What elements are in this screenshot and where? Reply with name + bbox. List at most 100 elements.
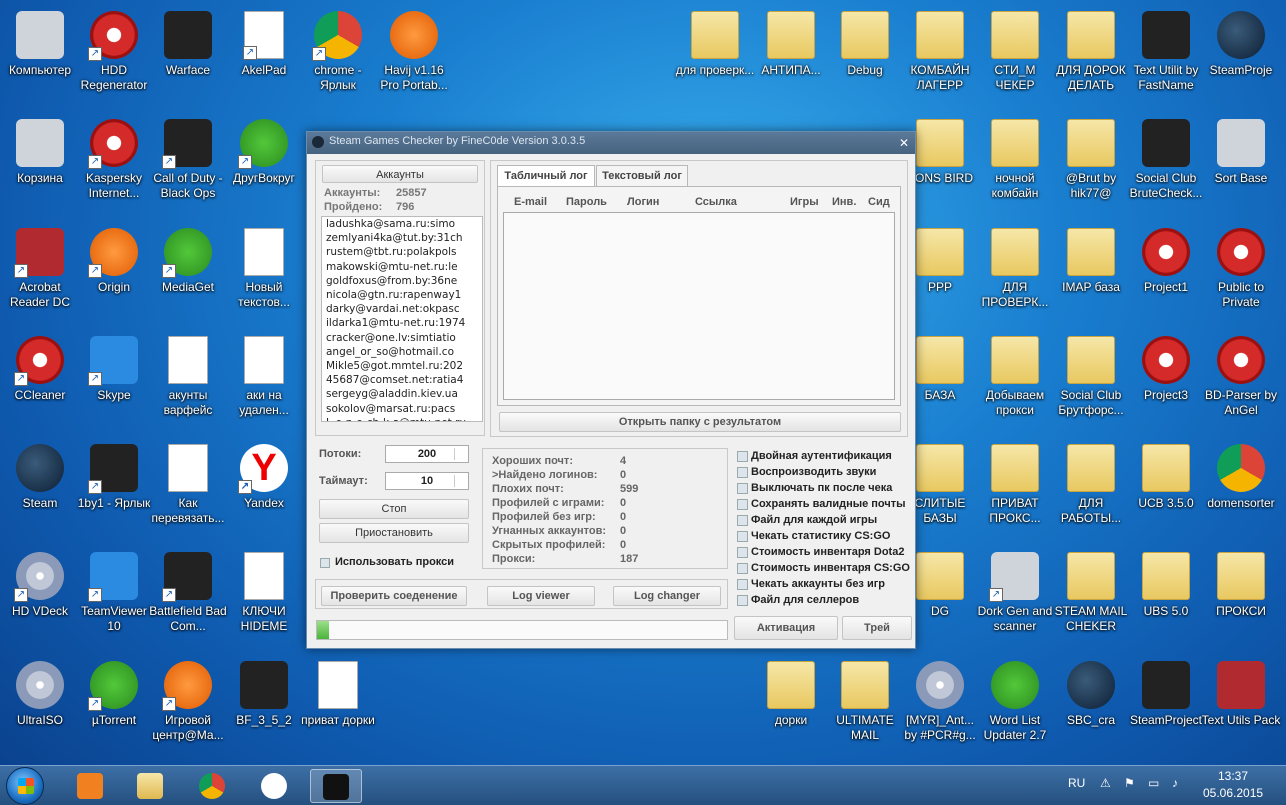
desktop-icon[interactable]: Social Club Брутфорс... [1051, 330, 1131, 434]
taskbar-media-player[interactable] [64, 769, 116, 803]
desktop-icon[interactable]: Добываем прокси [975, 330, 1055, 434]
desktop-icon[interactable]: ↗ Origin [74, 222, 154, 326]
column-login[interactable]: Логин [627, 196, 659, 208]
account-row[interactable]: rustem@tbt.ru:polakpols [326, 245, 478, 259]
desktop-icon[interactable]: акунты варфейс [148, 330, 228, 434]
desktop-icon[interactable]: ↗ Kaspersky Internet... [74, 113, 154, 217]
column-sid[interactable]: Сид [868, 196, 890, 208]
desktop-icon[interactable]: СТИ_М ЧЕКЕР [975, 5, 1055, 109]
account-row[interactable]: angel_or_so@hotmail.co [326, 345, 478, 359]
account-row[interactable]: ildarka1@mtu-net.ru:1974 [326, 316, 478, 330]
taskbar-yandex[interactable] [248, 769, 300, 803]
use-proxy-checkbox[interactable] [320, 558, 330, 568]
option-label[interactable]: Файл для каждой игры [751, 514, 877, 526]
desktop-icon[interactable]: domensorter [1201, 438, 1281, 542]
clock-time[interactable]: 13:37 [1218, 769, 1248, 783]
desktop-icon[interactable]: ↗ Call of Duty - Black Ops [148, 113, 228, 217]
option-checkbox[interactable] [737, 579, 748, 590]
desktop-icon[interactable]: Project1 [1126, 222, 1206, 326]
desktop-icon[interactable]: Havij v1.16 Pro Portab... [374, 5, 454, 109]
option-checkbox[interactable] [737, 467, 748, 478]
desktop-icon[interactable]: ↗ CCleaner [0, 330, 80, 434]
desktop-icon[interactable]: SteamProject [1126, 655, 1206, 759]
close-icon[interactable]: ✕ [899, 134, 909, 152]
desktop-icon[interactable]: ночной комбайн [975, 113, 1055, 217]
option-checkbox[interactable] [737, 499, 748, 510]
desktop-icon[interactable]: SteamProje [1201, 5, 1281, 109]
activation-button[interactable]: Активация [734, 616, 838, 640]
desktop-icon[interactable]: ДЛЯ ПРОВЕРК... [975, 222, 1055, 326]
volume-icon[interactable]: ♪ [1172, 776, 1178, 790]
option-label[interactable]: Выключать пк после чека [751, 482, 892, 494]
taskbar-steam-checker[interactable] [310, 769, 362, 803]
pause-button[interactable]: Приостановить [319, 523, 469, 543]
log-viewer-button[interactable]: Log viewer [487, 586, 595, 606]
threads-spinner[interactable]: 200 [385, 445, 469, 463]
tray-button[interactable]: Трей [842, 616, 912, 640]
desktop-icon[interactable]: приват дорки [298, 655, 378, 759]
desktop-icon[interactable]: ↗ HD VDeck [0, 546, 80, 650]
account-row[interactable]: nicola@gtn.ru:rapenway1 [326, 288, 478, 302]
action-center-icon[interactable]: ⚠ [1100, 776, 1111, 790]
desktop-icon[interactable]: Steam [0, 438, 80, 542]
account-row[interactable]: cracker@one.lv:simtiatio [326, 331, 478, 345]
stop-button[interactable]: Стоп [319, 499, 469, 519]
desktop-icon[interactable]: UltraISO [0, 655, 80, 759]
clock-date[interactable]: 05.06.2015 [1203, 786, 1263, 800]
desktop-icon[interactable]: ↗ MediaGet [148, 222, 228, 326]
desktop-icon[interactable]: Public to Private [1201, 222, 1281, 326]
column-link[interactable]: Ссылка [695, 196, 737, 208]
desktop-icon[interactable]: BD-Parser by AnGel [1201, 330, 1281, 434]
account-row[interactable]: 45687@comset.net:ratia4 [326, 373, 478, 387]
spinner-arrows-icon[interactable] [454, 448, 466, 460]
desktop-icon[interactable]: ↗ µTorrent [74, 655, 154, 759]
start-button[interactable] [6, 767, 44, 805]
desktop-icon[interactable]: КЛЮЧИ HIDEME [224, 546, 304, 650]
power-icon[interactable]: ▭ [1148, 776, 1159, 790]
desktop-icon[interactable]: [MYR]_Ant... by #PCR#g... [900, 655, 980, 759]
desktop-icon[interactable]: Word List Updater 2.7 [975, 655, 1055, 759]
desktop-icon[interactable]: Новый текстов... [224, 222, 304, 326]
language-indicator[interactable]: RU [1068, 776, 1085, 790]
desktop-icon[interactable]: UBS 5.0 [1126, 546, 1206, 650]
desktop-icon[interactable]: Как перевязать... [148, 438, 228, 542]
desktop-icon[interactable]: ДЛЯ ДОРОК ДЕЛАТЬ [1051, 5, 1131, 109]
option-label[interactable]: Стоимость инвентаря Dota2 [751, 546, 904, 558]
tab-table-log[interactable]: Табличный лог [497, 165, 595, 187]
desktop-icon[interactable]: Text Utilit by FastName [1126, 5, 1206, 109]
desktop-icon[interactable]: ДЛЯ РАБОТЫ... [1051, 438, 1131, 542]
option-checkbox[interactable] [737, 563, 748, 574]
option-label[interactable]: Сохранять валидные почты [751, 498, 906, 510]
option-checkbox[interactable] [737, 531, 748, 542]
desktop-icon[interactable]: ПРИВАТ ПРОКС... [975, 438, 1055, 542]
desktop-icon[interactable]: ↗ Dork Gen and scanner [975, 546, 1055, 650]
account-row[interactable]: makowski@mtu-net.ru:le [326, 260, 478, 274]
open-results-folder-button[interactable]: Открыть папку с результатом [499, 412, 901, 432]
desktop-icon[interactable]: для проверк... [675, 5, 755, 109]
timeout-spinner[interactable]: 10 [385, 472, 469, 490]
option-label[interactable]: Файл для селлеров [751, 594, 859, 606]
column-email[interactable]: E-mail [514, 196, 547, 208]
desktop-icon[interactable]: Корзина [0, 113, 80, 217]
desktop-icon[interactable]: @Brut by hik77@ [1051, 113, 1131, 217]
window-titlebar[interactable]: Steam Games Checker by FineC0de Version … [307, 132, 915, 154]
network-icon[interactable]: ⚑ [1124, 776, 1135, 790]
desktop-icon[interactable]: Text Utils Pack [1201, 655, 1281, 759]
desktop-icon[interactable]: ↗ TeamViewer 10 [74, 546, 154, 650]
desktop-icon[interactable]: ↗ Acrobat Reader DC [0, 222, 80, 326]
desktop-icon[interactable]: BF_3_5_2 [224, 655, 304, 759]
account-row[interactable]: sergeyg@aladdin.kiev.ua [326, 387, 478, 401]
desktop-icon[interactable]: ПРОКСИ [1201, 546, 1281, 650]
desktop-icon[interactable]: ↗ AkelPad [224, 5, 304, 109]
desktop-icon[interactable]: АНТИПА... [751, 5, 831, 109]
option-label[interactable]: Чекать статистику CS:GO [751, 530, 890, 542]
taskbar-explorer[interactable] [124, 769, 176, 803]
desktop-icon[interactable]: ↗ chrome - Ярлык [298, 5, 378, 109]
desktop-icon[interactable]: ↗ 1by1 - Ярлык [74, 438, 154, 542]
account-row[interactable]: sokolov@marsat.ru:pacs [326, 402, 478, 416]
desktop-icon[interactable]: ↗ Skype [74, 330, 154, 434]
column-password[interactable]: Пароль [566, 196, 607, 208]
desktop-icon[interactable]: ULTIMATE MAIL [825, 655, 905, 759]
column-games[interactable]: Игры [790, 196, 819, 208]
desktop-icon[interactable]: Sort Base [1201, 113, 1281, 217]
